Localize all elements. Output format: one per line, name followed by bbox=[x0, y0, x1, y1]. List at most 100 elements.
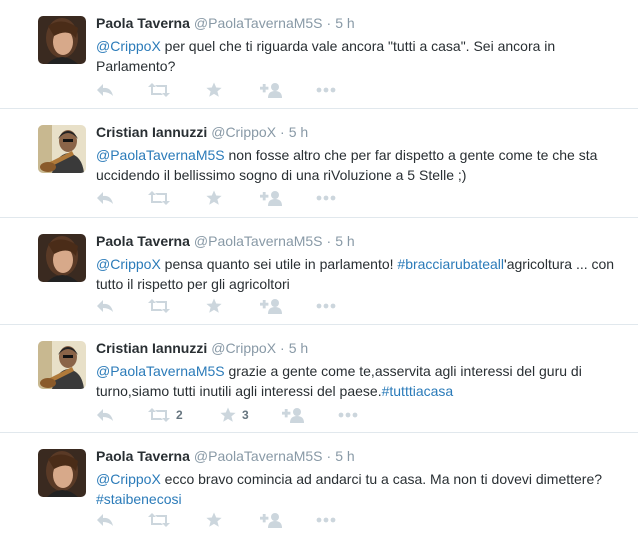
fullname[interactable]: Cristian Iannuzzi bbox=[96, 340, 207, 356]
timestamp[interactable]: 5 h bbox=[335, 15, 354, 31]
favorite-button[interactable] bbox=[206, 80, 260, 100]
tweet[interactable]: Paola Taverna @PaolaTavernaM5S · 5 h @Cripp… bbox=[0, 0, 638, 109]
follow-user-icon bbox=[260, 299, 282, 314]
reply-button[interactable] bbox=[96, 296, 148, 316]
username[interactable]: @PaolaTavernaM5S bbox=[194, 448, 323, 464]
separator: · bbox=[280, 340, 285, 356]
tweet[interactable]: Cristian Iannuzzi @CrippoX · 5 h @PaolaTave… bbox=[0, 109, 638, 218]
star-icon bbox=[220, 407, 236, 422]
follow-button[interactable] bbox=[260, 80, 316, 100]
follow-button[interactable] bbox=[260, 188, 316, 208]
more-icon bbox=[316, 87, 336, 93]
favorite-button[interactable] bbox=[206, 510, 260, 530]
more-icon bbox=[316, 517, 336, 523]
more-button[interactable] bbox=[316, 188, 346, 208]
more-icon bbox=[338, 412, 358, 418]
tweet-header: Paola Taverna @PaolaTavernaM5S · 5 h bbox=[96, 232, 618, 250]
retweet-icon bbox=[148, 299, 170, 313]
star-icon bbox=[206, 298, 222, 313]
reply-button[interactable] bbox=[96, 188, 148, 208]
separator: · bbox=[326, 15, 332, 31]
username[interactable]: @CrippoX bbox=[211, 340, 276, 356]
retweet-button[interactable] bbox=[148, 80, 206, 100]
fullname[interactable]: Cristian Iannuzzi bbox=[96, 124, 207, 140]
tweet-text: @CrippoX pensa quanto sei utile in parla… bbox=[96, 254, 618, 294]
tweet[interactable]: Cristian Iannuzzi @CrippoX · 5 h @PaolaTave… bbox=[0, 325, 638, 433]
avatar[interactable] bbox=[38, 341, 86, 389]
retweet-button[interactable] bbox=[148, 296, 206, 316]
timestamp[interactable]: 5 h bbox=[335, 448, 354, 464]
more-button[interactable] bbox=[316, 296, 346, 316]
star-icon bbox=[206, 190, 222, 205]
more-icon bbox=[316, 195, 336, 201]
tweet[interactable]: Paola Taverna @PaolaTavernaM5S · 5 h @Cripp… bbox=[0, 218, 638, 325]
retweet-icon bbox=[148, 408, 170, 422]
reply-icon bbox=[97, 300, 113, 312]
mention-link[interactable]: @PaolaTavernaM5S bbox=[96, 363, 225, 379]
mention-link[interactable]: @CrippoX bbox=[96, 471, 161, 487]
favorite-button[interactable] bbox=[206, 296, 260, 316]
reply-icon bbox=[97, 514, 113, 526]
favorite-button[interactable] bbox=[206, 188, 260, 208]
more-button[interactable] bbox=[338, 405, 368, 425]
follow-button[interactable] bbox=[260, 510, 316, 530]
separator: · bbox=[326, 448, 332, 464]
avatar[interactable] bbox=[38, 16, 86, 64]
text-segment: pensa quanto sei utile in parlamento! bbox=[160, 256, 398, 272]
tweet-actions: 2 3 bbox=[96, 405, 368, 425]
timestamp[interactable]: 5 h bbox=[289, 124, 308, 140]
avatar[interactable] bbox=[38, 125, 86, 173]
tweet-text: @CrippoX ecco bravo comincia ad andarci … bbox=[96, 469, 618, 509]
retweet-icon bbox=[148, 191, 170, 205]
reply-button[interactable] bbox=[96, 80, 148, 100]
mention-link[interactable]: @CrippoX bbox=[96, 38, 161, 54]
retweet-icon bbox=[148, 83, 170, 97]
follow-user-icon bbox=[260, 513, 282, 528]
more-button[interactable] bbox=[316, 510, 346, 530]
hashtag-link[interactable]: #tutttiacasa bbox=[382, 383, 454, 399]
follow-button[interactable] bbox=[282, 405, 338, 425]
tweet-actions bbox=[96, 296, 346, 316]
retweet-button[interactable] bbox=[148, 510, 206, 530]
more-button[interactable] bbox=[316, 80, 346, 100]
text-segment: ecco bravo comincia ad andarci tu a casa… bbox=[160, 471, 603, 487]
favorite-button[interactable]: 3 bbox=[220, 405, 282, 425]
avatar[interactable] bbox=[38, 449, 86, 497]
hashtag-link[interactable]: #staibenecosi bbox=[96, 491, 182, 507]
retweet-button[interactable] bbox=[148, 188, 206, 208]
tweet-actions bbox=[96, 80, 346, 100]
username[interactable]: @PaolaTavernaM5S bbox=[194, 233, 323, 249]
star-icon bbox=[206, 82, 222, 97]
tweet-text: @PaolaTavernaM5S grazie a gente come te,… bbox=[96, 361, 618, 401]
separator: · bbox=[326, 233, 332, 249]
separator: · bbox=[280, 124, 285, 140]
follow-user-icon bbox=[282, 408, 304, 423]
hashtag-link[interactable]: #bracciarubateall bbox=[397, 256, 504, 272]
mention-link[interactable]: @CrippoX bbox=[96, 256, 161, 272]
retweet-icon bbox=[148, 513, 170, 527]
timestamp[interactable]: 5 h bbox=[289, 340, 308, 356]
star-icon bbox=[206, 512, 222, 527]
mention-link[interactable]: @PaolaTavernaM5S bbox=[96, 147, 225, 163]
username[interactable]: @CrippoX bbox=[211, 124, 276, 140]
tweet-header: Cristian Iannuzzi @CrippoX · 5 h bbox=[96, 123, 618, 141]
more-icon bbox=[316, 303, 336, 309]
tweet[interactable]: Paola Taverna @PaolaTavernaM5S · 5 h @Cripp… bbox=[0, 433, 638, 542]
reply-icon bbox=[97, 192, 113, 204]
retweet-button[interactable]: 2 bbox=[148, 405, 220, 425]
follow-user-icon bbox=[260, 191, 282, 206]
reply-button[interactable] bbox=[96, 405, 148, 425]
follow-button[interactable] bbox=[260, 296, 316, 316]
tweet-header: Paola Taverna @PaolaTavernaM5S · 5 h bbox=[96, 14, 618, 32]
fullname[interactable]: Paola Taverna bbox=[96, 233, 190, 249]
fullname[interactable]: Paola Taverna bbox=[96, 448, 190, 464]
retweet-count: 2 bbox=[176, 408, 183, 422]
username[interactable]: @PaolaTavernaM5S bbox=[194, 15, 323, 31]
timestamp[interactable]: 5 h bbox=[335, 233, 354, 249]
reply-icon bbox=[97, 84, 113, 96]
reply-button[interactable] bbox=[96, 510, 148, 530]
reply-icon bbox=[97, 409, 113, 421]
avatar[interactable] bbox=[38, 234, 86, 282]
tweet-text: @PaolaTavernaM5S non fosse altro che per… bbox=[96, 145, 618, 185]
fullname[interactable]: Paola Taverna bbox=[96, 15, 190, 31]
